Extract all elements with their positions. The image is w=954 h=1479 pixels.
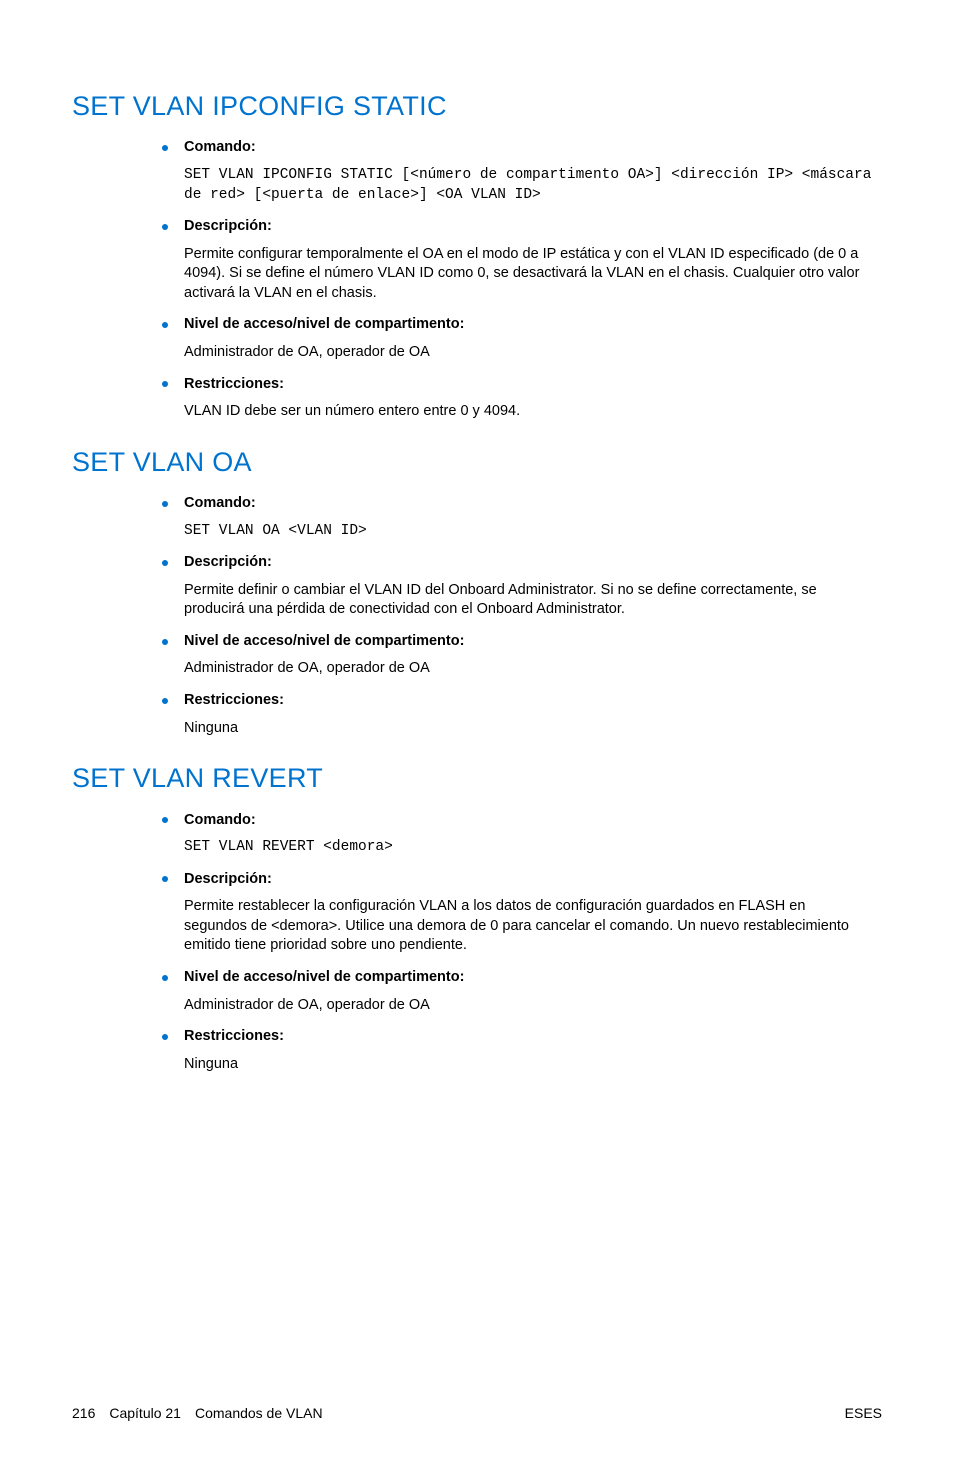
bullet-icon: [162, 145, 168, 151]
item-label: Descripción:: [184, 553, 882, 573]
item-body: Permite definir o cambiar el VLAN ID del…: [184, 581, 882, 620]
item-body: Administrador de OA, operador de OA: [184, 996, 882, 1016]
item-body: Ninguna: [184, 1055, 882, 1075]
item-label: Restricciones:: [184, 375, 882, 395]
section-heading: SET VLAN IPCONFIG STATIC: [72, 88, 882, 124]
list-item: Comando: SET VLAN REVERT <demora>: [162, 811, 882, 858]
item-label: Comando:: [184, 494, 882, 514]
list-item: Descripción: Permite definir o cambiar el…: [162, 553, 882, 620]
list-item: Nivel de acceso/nivel de compartimento: A…: [162, 968, 882, 1015]
bullet-icon: [162, 817, 168, 823]
page-footer: 216 Capítulo 21 Comandos de VLAN ESES: [72, 1404, 882, 1423]
item-label: Descripción:: [184, 870, 882, 890]
list-item: Comando: SET VLAN IPCONFIG STATIC [<númer…: [162, 138, 882, 205]
list-item: Descripción: Permite configurar temporalm…: [162, 217, 882, 303]
bullet-icon: [162, 639, 168, 645]
bullet-icon: [162, 876, 168, 882]
list-item: Restricciones: VLAN ID debe ser un número…: [162, 375, 882, 422]
item-label: Nivel de acceso/nivel de compartimento:: [184, 632, 882, 652]
item-body: VLAN ID debe ser un número entero entre …: [184, 402, 882, 422]
section-heading: SET VLAN OA: [72, 444, 882, 480]
section-body: Comando: SET VLAN OA <VLAN ID> Descripción…: [72, 494, 882, 738]
bullet-icon: [162, 322, 168, 328]
section-body: Comando: SET VLAN REVERT <demora> Descripc…: [72, 811, 882, 1075]
footer-page: 216: [72, 1404, 95, 1423]
bullet-icon: [162, 698, 168, 704]
item-label: Descripción:: [184, 217, 882, 237]
bullet-icon: [162, 501, 168, 507]
bullet-icon: [162, 560, 168, 566]
list-item: Restricciones: Ninguna: [162, 1027, 882, 1074]
list-item: Comando: SET VLAN OA <VLAN ID>: [162, 494, 882, 541]
command-text: SET VLAN IPCONFIG STATIC [<número de com…: [184, 166, 882, 205]
bullet-icon: [162, 224, 168, 230]
list-item: Restricciones: Ninguna: [162, 691, 882, 738]
list-item: Descripción: Permite restablecer la confi…: [162, 870, 882, 956]
item-body: Ninguna: [184, 719, 882, 739]
bullet-icon: [162, 381, 168, 387]
footer-subject: Comandos de VLAN: [195, 1404, 323, 1423]
item-label: Nivel de acceso/nivel de compartimento:: [184, 315, 882, 335]
item-body: Permite configurar temporalmente el OA e…: [184, 245, 882, 304]
item-body: Permite restablecer la configuración VLA…: [184, 897, 882, 956]
item-label: Restricciones:: [184, 691, 882, 711]
item-body: Administrador de OA, operador de OA: [184, 343, 882, 363]
item-label: Comando:: [184, 811, 882, 831]
command-text: SET VLAN OA <VLAN ID>: [184, 522, 882, 542]
section-body: Comando: SET VLAN IPCONFIG STATIC [<númer…: [72, 138, 882, 421]
bullet-icon: [162, 975, 168, 981]
command-text: SET VLAN REVERT <demora>: [184, 838, 882, 858]
item-label: Restricciones:: [184, 1027, 882, 1047]
item-label: Nivel de acceso/nivel de compartimento:: [184, 968, 882, 988]
bullet-icon: [162, 1034, 168, 1040]
item-body: Administrador de OA, operador de OA: [184, 659, 882, 679]
footer-right: ESES: [845, 1404, 882, 1423]
item-label: Comando:: [184, 138, 882, 158]
footer-chapter: Capítulo 21: [109, 1404, 181, 1423]
list-item: Nivel de acceso/nivel de compartimento: A…: [162, 315, 882, 362]
section-heading: SET VLAN REVERT: [72, 760, 882, 796]
list-item: Nivel de acceso/nivel de compartimento: A…: [162, 632, 882, 679]
